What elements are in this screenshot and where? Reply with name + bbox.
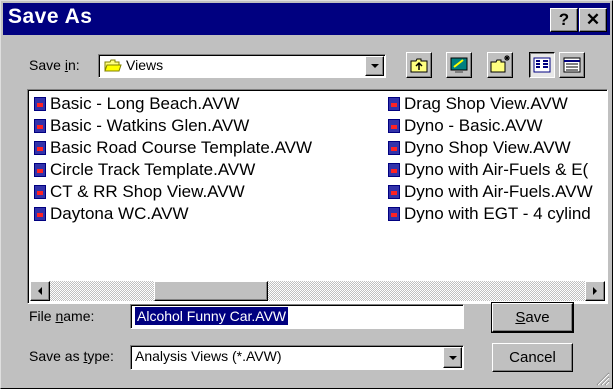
avw-file-icon [388,141,400,155]
details-view-button[interactable] [559,52,585,78]
up-folder-icon [410,58,428,73]
size-grip-icon[interactable] [596,372,610,386]
file-item-label: Dyno with Air-Fuels.AVW [404,182,593,201]
scroll-track[interactable] [50,281,585,301]
title-bar[interactable]: Save As ? ✕ [3,3,610,35]
avw-file-icon [388,97,400,111]
save-in-dropdown[interactable]: Views [98,54,386,78]
file-item[interactable]: CT & RR Shop View.AVW [28,181,245,203]
file-item[interactable]: Basic Road Course Template.AVW [28,137,312,159]
scroll-right-button[interactable] [585,281,605,301]
file-item[interactable]: Dyno with Air-Fuels.AVW [382,181,593,203]
save-as-type-dropdown-button[interactable] [443,347,462,368]
help-icon: ? [558,10,570,29]
file-item-label: Dyno - Basic.AVW [404,116,543,135]
file-item[interactable]: Dyno with EGT - 4 cylind [382,203,591,225]
arrow-left-icon [38,287,42,295]
file-item-label: Dyno Shop View.AVW [404,138,571,157]
file-item-label: Dyno with Air-Fuels & E( [404,160,589,179]
desktop-icon [450,57,468,73]
file-item-label: Circle Track Template.AVW [50,160,256,179]
avw-file-icon [388,119,400,133]
avw-file-icon [388,207,400,221]
save-as-dialog: Save As ? ✕ Save in: Views Basic - Long … [0,0,613,389]
desktop-button[interactable] [446,52,472,78]
file-item[interactable]: Drag Shop View.AVW [382,93,568,115]
save-as-type-label: Save as type: [29,348,114,364]
avw-file-icon [34,141,46,155]
chevron-down-icon [448,355,457,360]
save-as-type-value: Analysis Views (*.AVW) [135,348,282,364]
file-item[interactable]: Dyno with Air-Fuels & E( [382,159,588,181]
file-item[interactable]: Dyno Shop View.AVW [382,137,571,159]
avw-file-icon [34,119,46,133]
new-folder-icon [490,55,510,73]
scroll-left-button[interactable] [30,281,50,301]
file-item-label: Daytona WC.AVW [50,204,189,223]
up-one-level-button[interactable] [406,52,432,78]
horizontal-scrollbar[interactable] [30,281,605,301]
file-item-label: Basic - Watkins Glen.AVW [50,116,250,135]
file-item-label: Basic Road Course Template.AVW [50,138,313,157]
avw-file-icon [34,163,46,177]
avw-file-icon [34,185,46,199]
save-as-type-dropdown[interactable]: Analysis Views (*.AVW) [130,345,464,370]
avw-file-icon [34,207,46,221]
folder-open-icon [104,59,122,72]
save-in-dropdown-button[interactable] [365,56,384,76]
save-button[interactable]: Save [491,302,574,333]
file-item-label: Basic - Long Beach.AVW [50,94,240,113]
list-view-icon [533,57,551,73]
chevron-down-icon [370,64,379,68]
file-item-label: Dyno with EGT - 4 cylind [404,204,591,223]
file-name-value: Alcohol Funny Car.AVW [135,307,289,325]
file-item[interactable]: Dyno - Basic.AVW [382,115,543,137]
details-view-icon [563,57,581,73]
list-view-button[interactable] [529,52,555,78]
file-list[interactable]: Basic - Long Beach.AVW Basic - Watkins Gl… [27,89,608,304]
close-button[interactable]: ✕ [579,8,607,32]
save-in-label: Save in: [29,57,80,73]
arrow-right-icon [593,287,597,295]
close-icon: ✕ [585,10,601,29]
new-folder-button[interactable] [487,52,513,78]
file-name-input[interactable]: Alcohol Funny Car.AVW [130,304,464,329]
help-button[interactable]: ? [550,8,578,32]
file-item-label: Drag Shop View.AVW [404,94,568,113]
file-item[interactable]: Circle Track Template.AVW [28,159,255,181]
file-item[interactable]: Daytona WC.AVW [28,203,189,225]
scroll-thumb[interactable] [154,281,268,301]
avw-file-icon [388,185,400,199]
file-name-label: File name: [29,308,95,324]
save-in-value: Views [126,57,164,73]
file-item[interactable]: Basic - Watkins Glen.AVW [28,115,249,137]
file-item[interactable]: Basic - Long Beach.AVW [28,93,240,115]
cancel-button[interactable]: Cancel [492,343,573,372]
file-item-label: CT & RR Shop View.AVW [50,182,245,201]
avw-file-icon [388,163,400,177]
avw-file-icon [34,97,46,111]
dialog-title: Save As [8,5,93,28]
